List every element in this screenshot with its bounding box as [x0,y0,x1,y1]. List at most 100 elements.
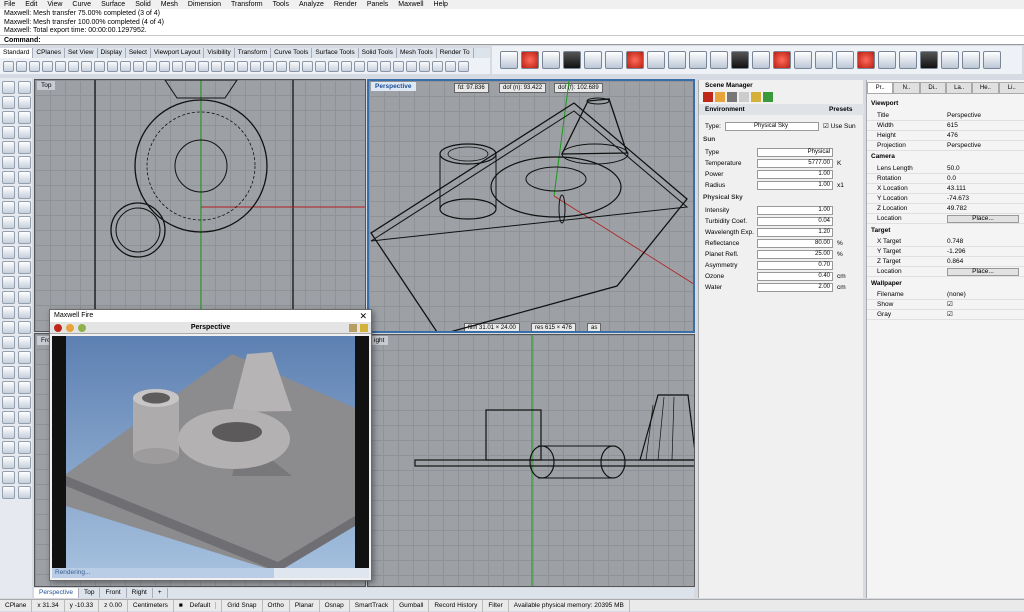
menu-item[interactable]: Help [434,1,448,8]
plugin-tool-icon[interactable] [668,51,686,69]
viewport-tab[interactable]: Top [79,588,101,598]
left-tool-icon[interactable] [2,246,15,259]
command-prompt[interactable]: Command: [0,36,1024,45]
tool-icon[interactable] [68,60,79,72]
tool-icon[interactable] [380,60,391,72]
tool-icon[interactable] [211,60,222,72]
menu-item[interactable]: Surface [101,1,125,8]
plugin-tool-icon[interactable] [542,51,560,69]
tool-icon[interactable] [185,60,196,72]
left-tool-icon[interactable] [2,336,15,349]
status-toggle[interactable]: Osnap [320,599,350,612]
left-tool-icon[interactable] [2,96,15,109]
left-tool-icon[interactable] [2,396,15,409]
show-checkbox[interactable]: ☑ [947,300,953,310]
toolbar-tab[interactable]: Visibility [204,48,235,58]
left-tool-icon[interactable] [18,351,31,364]
plugin-tool-icon[interactable] [563,51,581,69]
tool-icon[interactable] [55,60,66,72]
scene-row-value[interactable]: 1.20 [757,228,833,237]
menu-item[interactable]: Tools [273,1,289,8]
left-tool-icon[interactable] [2,411,15,424]
left-tool-icon[interactable] [2,156,15,169]
left-tool-icon[interactable] [18,231,31,244]
toolbar-tab[interactable]: Transform [235,48,272,58]
toolbar-tab[interactable]: Set View [65,48,98,58]
presets-button[interactable]: Presets [829,104,853,115]
tab-camera-icon[interactable] [727,92,737,102]
tool-icon[interactable] [146,60,157,72]
menu-item[interactable]: Curve [72,1,91,8]
tool-icon[interactable] [328,60,339,72]
left-tool-icon[interactable] [2,456,15,469]
maxwell-title-bar[interactable]: Maxwell Fire ✕ [50,310,371,322]
plugin-tool-icon[interactable] [752,51,770,69]
tab-material-icon[interactable] [715,92,725,102]
scene-row-value[interactable]: Physical [757,148,833,157]
viewport-right[interactable]: ight [367,334,695,587]
property-value[interactable]: Perspective [947,141,981,151]
toolbar-tab[interactable]: CPlanes [33,48,65,58]
scene-row-value[interactable]: 2.00 [757,283,833,292]
left-tool-icon[interactable] [2,486,15,499]
left-tool-icon[interactable] [2,441,15,454]
maxwell-fire-window[interactable]: Maxwell Fire ✕ Perspective Rendering... [49,309,372,581]
status-toggle[interactable]: Record History [429,599,484,612]
left-tool-icon[interactable] [18,321,31,334]
left-tool-icon[interactable] [2,81,15,94]
left-tool-icon[interactable] [18,276,31,289]
scene-row-value[interactable]: 0.04 [757,217,833,226]
properties-tab[interactable]: Pr.. [867,82,894,94]
tool-icon[interactable] [3,60,14,72]
plugin-tool-icon[interactable] [962,51,980,69]
plugin-tool-icon[interactable] [983,51,1001,69]
toolbar-tab[interactable]: Select [126,48,151,58]
left-tool-icon[interactable] [18,261,31,274]
tool-icon[interactable] [432,60,443,72]
viewport-top[interactable]: Top [34,79,366,332]
tool-icon[interactable] [302,60,313,72]
plugin-tool-icon[interactable] [815,51,833,69]
scene-row-value[interactable]: 1.00 [757,206,833,215]
toolbar-tab[interactable]: Standard [0,48,34,58]
property-value[interactable]: -74.673 [947,194,969,204]
toolbar-tab[interactable]: Curve Tools [271,48,313,58]
left-tool-icon[interactable] [18,366,31,379]
menu-item[interactable]: Render [334,1,357,8]
close-icon[interactable]: ✕ [359,310,367,322]
viewport-tab[interactable]: Front [100,588,127,598]
status-toggle[interactable]: SmartTrack [350,599,395,612]
toolbar-tab[interactable]: Display [98,48,126,58]
menu-item[interactable]: Dimension [188,1,221,8]
property-value[interactable]: 49.782 [947,204,967,214]
menu-item[interactable]: Solid [135,1,151,8]
left-tool-icon[interactable] [18,336,31,349]
left-tool-icon[interactable] [18,306,31,319]
toolbar-tab[interactable]: Mesh Tools [397,48,437,58]
tool-icon[interactable] [94,60,105,72]
menu-item[interactable]: Panels [367,1,388,8]
plugin-tool-icon[interactable] [857,51,875,69]
left-tool-icon[interactable] [18,156,31,169]
scene-row-value[interactable]: 1.00 [757,170,833,179]
tool-icon[interactable] [419,60,430,72]
properties-tab[interactable]: Di.. [919,82,946,94]
left-tool-icon[interactable] [18,126,31,139]
menu-item[interactable]: Maxwell [398,1,423,8]
add-viewport-icon[interactable]: + [153,588,168,598]
left-tool-icon[interactable] [2,426,15,439]
lock-icon[interactable] [360,324,368,332]
viewport-perspective[interactable]: Perspective fd: 97.836 dof (n): 93.422 d… [367,79,695,333]
viewport-tab[interactable]: Perspective [34,588,79,598]
left-tool-icon[interactable] [18,171,31,184]
status-toggle[interactable]: Ortho [263,599,290,612]
toolbar-tab[interactable]: Render To [437,48,474,58]
tool-icon[interactable] [315,60,326,72]
left-tool-icon[interactable] [2,231,15,244]
plugin-tool-icon[interactable] [647,51,665,69]
left-tool-icon[interactable] [2,366,15,379]
tab-check-icon[interactable] [763,92,773,102]
left-tool-icon[interactable] [2,201,15,214]
status-toggle[interactable]: Gumball [394,599,430,612]
properties-tab[interactable]: He.. [972,82,999,94]
